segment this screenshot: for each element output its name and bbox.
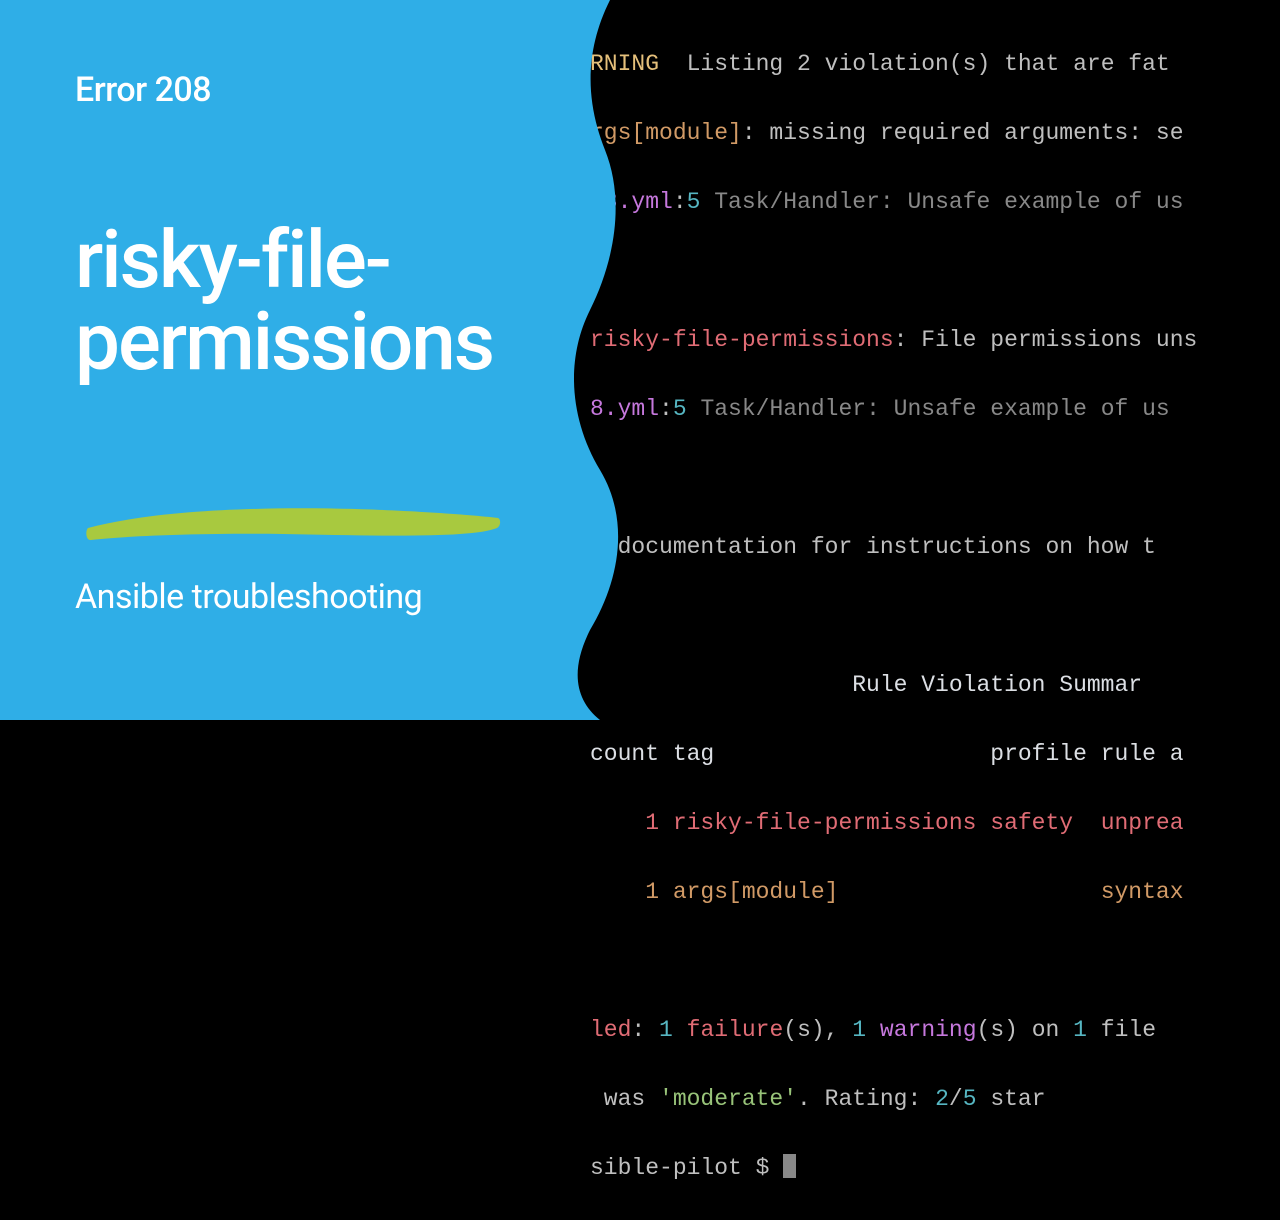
term-text: (s), (783, 1017, 852, 1043)
error-code: Error 208 (75, 70, 565, 110)
term-rating-den: 5 (963, 1086, 977, 1112)
term-colon: : (659, 396, 673, 422)
term-text: . Rating: (797, 1086, 935, 1112)
term-text: file (1087, 1017, 1156, 1043)
term-args-module: rgs[module] (590, 120, 742, 146)
subtitle: Ansible troubleshooting (75, 577, 565, 617)
term-rule-cat: unprea (1087, 810, 1184, 836)
term-text: was (590, 1086, 659, 1112)
term-rating-num: 2 (935, 1086, 949, 1112)
term-col-profile: profile (714, 741, 1087, 767)
term-text: d documentation for instructions on how … (590, 534, 1156, 560)
term-text: Listing 2 violation(s) that are fat (659, 51, 1170, 77)
term-num: 1 (1073, 1017, 1087, 1043)
underline-swoosh-icon (83, 498, 503, 548)
term-count: 1 (590, 810, 659, 836)
terminal-output: RNING Listing 2 violation(s) that are fa… (590, 0, 1280, 720)
title-line2: permissions (75, 295, 493, 389)
term-text (866, 1017, 880, 1043)
term-moderate: 'moderate' (659, 1086, 797, 1112)
term-text: star (977, 1086, 1046, 1112)
term-num: 1 (659, 1017, 673, 1043)
term-prompt: sible-pilot $ (590, 1155, 783, 1181)
left-panel: Error 208 risky-file- permissions Ansibl… (0, 0, 640, 720)
term-rule-cat: syntax (838, 879, 1183, 905)
term-text: : (631, 1017, 659, 1043)
title-line1: risky-file- (75, 213, 390, 307)
term-warning-word: warning (880, 1017, 977, 1043)
term-text: (s) on (977, 1017, 1074, 1043)
term-count: 1 (590, 879, 659, 905)
term-text: Task/Handler: Unsafe example of us (687, 396, 1170, 422)
cursor-icon (783, 1154, 796, 1178)
term-profile: safety (976, 810, 1086, 836)
term-text (673, 1017, 687, 1043)
term-summary-title: Rule Violation Summar (590, 672, 1142, 698)
term-linenum: 5 (687, 189, 701, 215)
term-col-count: count (590, 741, 659, 767)
term-text: : missing required arguments: se (742, 120, 1184, 146)
term-colon: : (673, 189, 687, 215)
term-linenum: 5 (673, 396, 687, 422)
term-col-tag: tag (659, 741, 714, 767)
term-num: 1 (852, 1017, 866, 1043)
term-text: Task/Handler: Unsafe example of us (700, 189, 1183, 215)
main-title: risky-file- permissions (75, 220, 565, 383)
term-text: : File permissions uns (894, 327, 1198, 353)
term-tag: args[module] (659, 879, 838, 905)
term-rule-name: risky-file-permissions (590, 327, 894, 353)
term-failure: failure (687, 1017, 784, 1043)
term-warning: RNING (590, 51, 659, 77)
term-led: led (590, 1017, 631, 1043)
term-slash: / (949, 1086, 963, 1112)
term-filename: 8.yml (590, 396, 659, 422)
term-tag: risky-file-permissions (659, 810, 976, 836)
term-col-rule: rule a (1087, 741, 1184, 767)
